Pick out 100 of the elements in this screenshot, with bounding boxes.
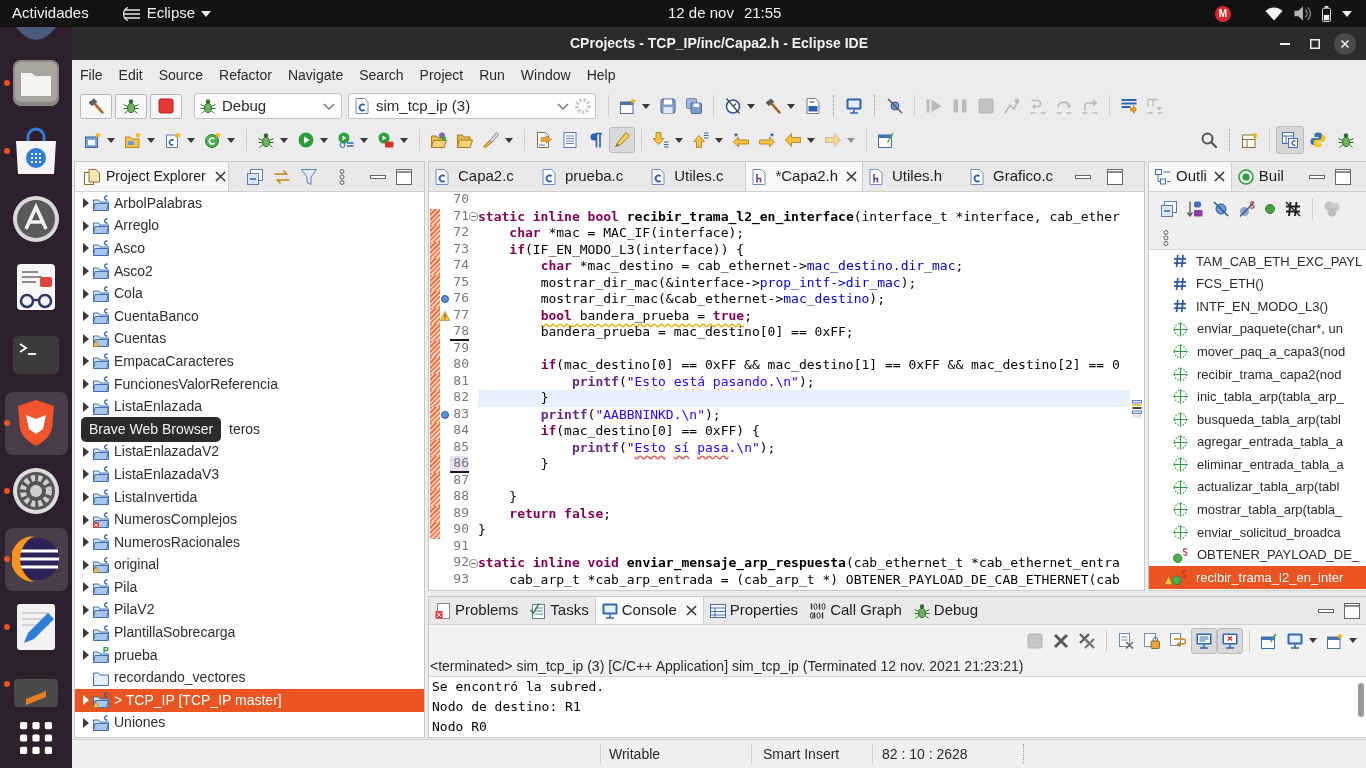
tree-item[interactable]: Pila: [75, 576, 424, 599]
system-menu-button[interactable]: [1265, 5, 1352, 22]
expand-arrow-icon[interactable]: [83, 582, 89, 593]
build-button[interactable]: [80, 93, 112, 119]
perspective-button[interactable]: [1276, 126, 1304, 154]
minimize-icon[interactable]: [1075, 174, 1092, 179]
close-icon[interactable]: [214, 171, 226, 182]
expand-arrow-icon[interactable]: [83, 288, 89, 299]
menu-item[interactable]: Edit: [110, 64, 151, 86]
tree-item[interactable]: EmpacaCaracteres: [75, 350, 424, 373]
activities-button[interactable]: Actividades: [0, 2, 93, 25]
clock-button[interactable]: 12 de nov 21:55: [668, 2, 782, 25]
panel-tab[interactable]: Buil: [1231, 162, 1292, 191]
scrollbar-thumb[interactable]: [1358, 683, 1364, 717]
minus-circle-icon[interactable]: [469, 212, 478, 222]
tree-item[interactable]: ListaInvertida: [75, 485, 424, 509]
minimize-icon[interactable]: [1280, 42, 1290, 45]
menu-item[interactable]: File: [72, 64, 111, 86]
maximize-icon[interactable]: [1107, 168, 1124, 185]
tree-item[interactable]: original: [75, 553, 424, 577]
outline-item[interactable]: mover_paq_a_capa3(nod: [1149, 340, 1366, 363]
menu-item[interactable]: Run: [471, 64, 513, 86]
close-icon[interactable]: [685, 605, 697, 616]
expand-arrow-icon[interactable]: [83, 559, 89, 570]
minimize-icon[interactable]: [1309, 174, 1325, 179]
tree-item[interactable]: recordando_vectores: [75, 666, 424, 690]
tree-item[interactable]: Asco: [75, 237, 424, 260]
view-menu-icon[interactable]: [1163, 229, 1169, 246]
outline-item[interactable]: busqueda_tabla_arp(tabl: [1149, 408, 1366, 431]
editor-tab[interactable]: Grafico.c: [964, 162, 1076, 191]
panel-tab[interactable]: Outli: [1149, 162, 1232, 191]
app-menu-button[interactable]: Eclipse: [120, 2, 212, 25]
outline-item[interactable]: recibir_trama_l2_en_inter: [1149, 566, 1366, 589]
panel-tab[interactable]: Console: [594, 597, 704, 624]
tree-item[interactable]: Uniones: [75, 711, 424, 735]
outline-item[interactable]: OBTENER_PAYLOAD_DE_: [1149, 543, 1366, 567]
outline-item[interactable]: FCS_ETH(): [1149, 272, 1366, 296]
outline-item[interactable]: actualizar_tabla_arp(tabl: [1149, 475, 1366, 499]
minus-circle-icon[interactable]: [469, 558, 478, 568]
menu-item[interactable]: Source: [150, 64, 212, 86]
tree-item[interactable]: > TCP_IP [TCP_IP master]: [75, 689, 424, 712]
maximize-icon[interactable]: [1344, 602, 1360, 619]
close-icon[interactable]: [846, 171, 857, 182]
outline-item[interactable]: enviar_solicitud_broadca: [1149, 521, 1366, 544]
tree-item[interactable]: prueba: [75, 643, 424, 667]
editor-tab[interactable]: Utiles.h: [863, 162, 965, 191]
expand-arrow-icon[interactable]: [83, 266, 89, 277]
expand-arrow-icon[interactable]: [83, 469, 89, 480]
tree-item[interactable]: NumerosComplejos: [75, 508, 424, 531]
filter-icon[interactable]: [301, 168, 317, 185]
panel-tab[interactable]: Properties: [703, 597, 805, 624]
stderr-button[interactable]: [1217, 627, 1243, 654]
dock-item[interactable]: [4, 391, 68, 455]
menu-item[interactable]: Refactor: [211, 64, 280, 86]
close-icon[interactable]: [1213, 171, 1225, 182]
editor-tab[interactable]: Utiles.c: [645, 162, 746, 191]
maximize-icon[interactable]: [396, 168, 412, 185]
view-menu-icon[interactable]: [339, 168, 345, 185]
editor-tab[interactable]: Capa2.c: [429, 162, 536, 191]
tree-item[interactable]: CuentaBanco: [75, 304, 424, 328]
expand-arrow-icon[interactable]: [83, 356, 89, 367]
outline-item[interactable]: recibir_trama_capa2(nod: [1149, 362, 1366, 386]
outline-item[interactable]: INTF_EN_MODO_L3(): [1149, 295, 1366, 318]
tree-item[interactable]: ArbolPalabras: [75, 192, 424, 215]
expand-arrow-icon[interactable]: [83, 243, 89, 254]
outline-item[interactable]: enviar_paquete(char*, un: [1149, 317, 1366, 341]
outline-item[interactable]: agregar_entrada_tabla_a: [1149, 430, 1366, 454]
expand-arrow-icon[interactable]: [83, 379, 89, 390]
stop-button[interactable]: [150, 93, 182, 119]
expand-arrow-icon[interactable]: [83, 650, 89, 661]
tray-badge[interactable]: M: [1215, 5, 1231, 22]
panel-tab[interactable]: Call Graph: [804, 597, 908, 624]
editor-tab[interactable]: prueba.c: [535, 162, 646, 191]
expand-arrow-icon[interactable]: [83, 605, 89, 615]
menu-item[interactable]: Help: [578, 64, 624, 86]
menu-item[interactable]: Project: [411, 64, 472, 86]
minimize-icon[interactable]: [370, 174, 386, 179]
expand-arrow-icon[interactable]: [83, 198, 89, 209]
outline-item[interactable]: eliminar_entrada_tabla_a: [1149, 453, 1366, 476]
launch-config-dropdown[interactable]: sim_tcp_ip (3): [348, 93, 596, 119]
panel-tab[interactable]: Problems: [429, 597, 525, 624]
panel-tab[interactable]: Debug: [907, 597, 985, 624]
expand-arrow-icon[interactable]: [83, 220, 89, 231]
debug-button[interactable]: [115, 93, 147, 119]
maximize-icon[interactable]: [1335, 168, 1351, 185]
tree-item[interactable]: Cola: [75, 282, 424, 305]
expand-arrow-icon[interactable]: [83, 401, 89, 412]
build-config-dropdown[interactable]: Debug: [194, 93, 342, 119]
tree-item[interactable]: PilaV2: [75, 598, 424, 622]
expand-arrow-icon[interactable]: [83, 311, 89, 322]
close-icon[interactable]: [1334, 32, 1356, 55]
menu-item[interactable]: Navigate: [279, 64, 352, 86]
dock-item[interactable]: [4, 527, 68, 591]
panel-tab[interactable]: Project Explorer: [75, 162, 229, 191]
editor-tab[interactable]: *Capa2.h: [745, 162, 863, 191]
tree-item[interactable]: Asco2: [75, 259, 424, 283]
tree-item[interactable]: ListaEnlazadaV3: [75, 463, 424, 486]
outline-item[interactable]: mostrar_tabla_arp(tabla_: [1149, 498, 1366, 522]
stdout-button[interactable]: [1191, 627, 1217, 654]
tree-item[interactable]: ListaEnlazada: [75, 395, 424, 418]
